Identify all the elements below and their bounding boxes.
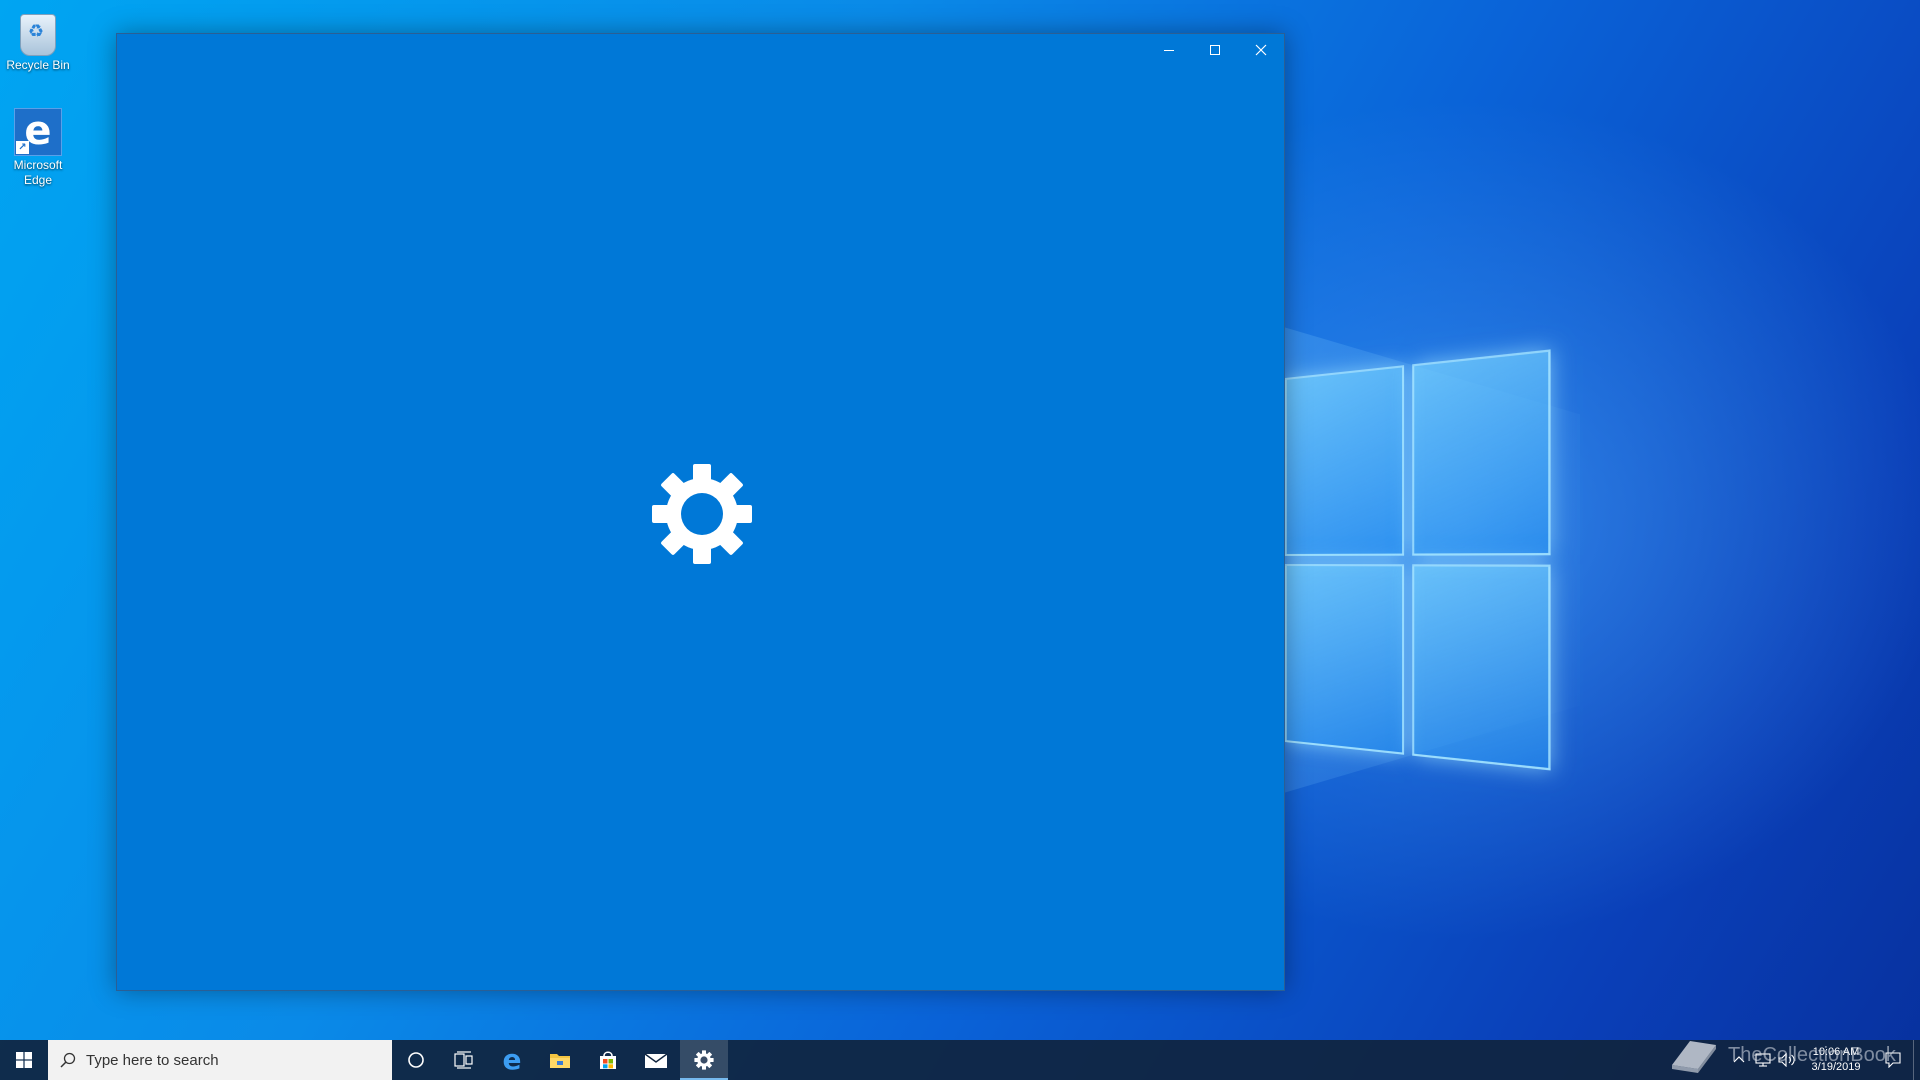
windows-start-icon: [16, 1052, 32, 1068]
desktop-icon-microsoft-edge[interactable]: e ↗ Microsoft Edge: [0, 108, 76, 188]
shortcut-arrow-icon: ↗: [16, 141, 29, 154]
taskbar: Type here to search e 10:06 AM 3/19/2019: [0, 1040, 1920, 1080]
search-icon: [60, 1052, 76, 1068]
task-view-icon: [454, 1051, 473, 1069]
recycle-bin-icon: [20, 14, 56, 56]
volume-button[interactable]: [1775, 1040, 1799, 1080]
volume-icon: [1778, 1053, 1795, 1067]
taskbar-file-explorer-button[interactable]: [536, 1040, 584, 1080]
minimize-button[interactable]: [1146, 34, 1192, 66]
maximize-button[interactable]: [1192, 34, 1238, 66]
system-tray: 10:06 AM 3/19/2019: [1727, 1040, 1920, 1080]
minimize-icon: [1164, 50, 1174, 51]
taskbar-store-button[interactable]: [584, 1040, 632, 1080]
settings-window[interactable]: [116, 33, 1285, 991]
edge-icon: e: [502, 1043, 522, 1076]
store-icon: [600, 1051, 616, 1069]
network-icon: [1755, 1053, 1771, 1067]
taskbar-clock[interactable]: 10:06 AM 3/19/2019: [1799, 1045, 1873, 1075]
network-button[interactable]: [1751, 1040, 1775, 1080]
notification-icon: [1885, 1052, 1901, 1068]
folder-icon: [550, 1054, 570, 1068]
clock-date: 3/19/2019: [1811, 1061, 1861, 1073]
windows-logo-wallpaper: [1285, 349, 1551, 771]
show-desktop-button[interactable]: [1913, 1040, 1920, 1080]
chevron-up-icon: [1733, 1056, 1745, 1063]
desktop: Recycle Bin e↗ Microsoft Edge: [0, 0, 1920, 1080]
window-title-controls: [1146, 34, 1284, 66]
edge-icon: e ↗: [14, 108, 62, 156]
maximize-icon: [1210, 45, 1220, 55]
taskbar-settings-button[interactable]: [680, 1040, 728, 1080]
show-hidden-icons-button[interactable]: [1727, 1040, 1751, 1080]
gear-icon: [652, 464, 752, 564]
action-center-button[interactable]: [1873, 1040, 1913, 1080]
taskbar-task-view-button[interactable]: [440, 1040, 488, 1080]
start-button[interactable]: [0, 1040, 48, 1080]
close-button[interactable]: [1238, 34, 1284, 66]
desktop-icon-label: Microsoft Edge: [13, 158, 63, 187]
taskbar-search-box[interactable]: Type here to search: [48, 1040, 392, 1080]
clock-time: 10:06 AM: [1812, 1046, 1860, 1058]
cortana-icon: [408, 1052, 424, 1068]
taskbar-cortana-button[interactable]: [392, 1040, 440, 1080]
gear-icon: [694, 1050, 714, 1070]
taskbar-edge-button[interactable]: e: [488, 1040, 536, 1080]
close-icon: [1255, 44, 1267, 56]
desktop-icon-label: Recycle Bin: [6, 58, 70, 72]
desktop-icon-recycle-bin[interactable]: Recycle Bin: [0, 8, 76, 73]
search-placeholder: Type here to search: [86, 1051, 219, 1069]
taskbar-mail-button[interactable]: [632, 1040, 680, 1080]
mail-icon: [644, 1053, 668, 1068]
